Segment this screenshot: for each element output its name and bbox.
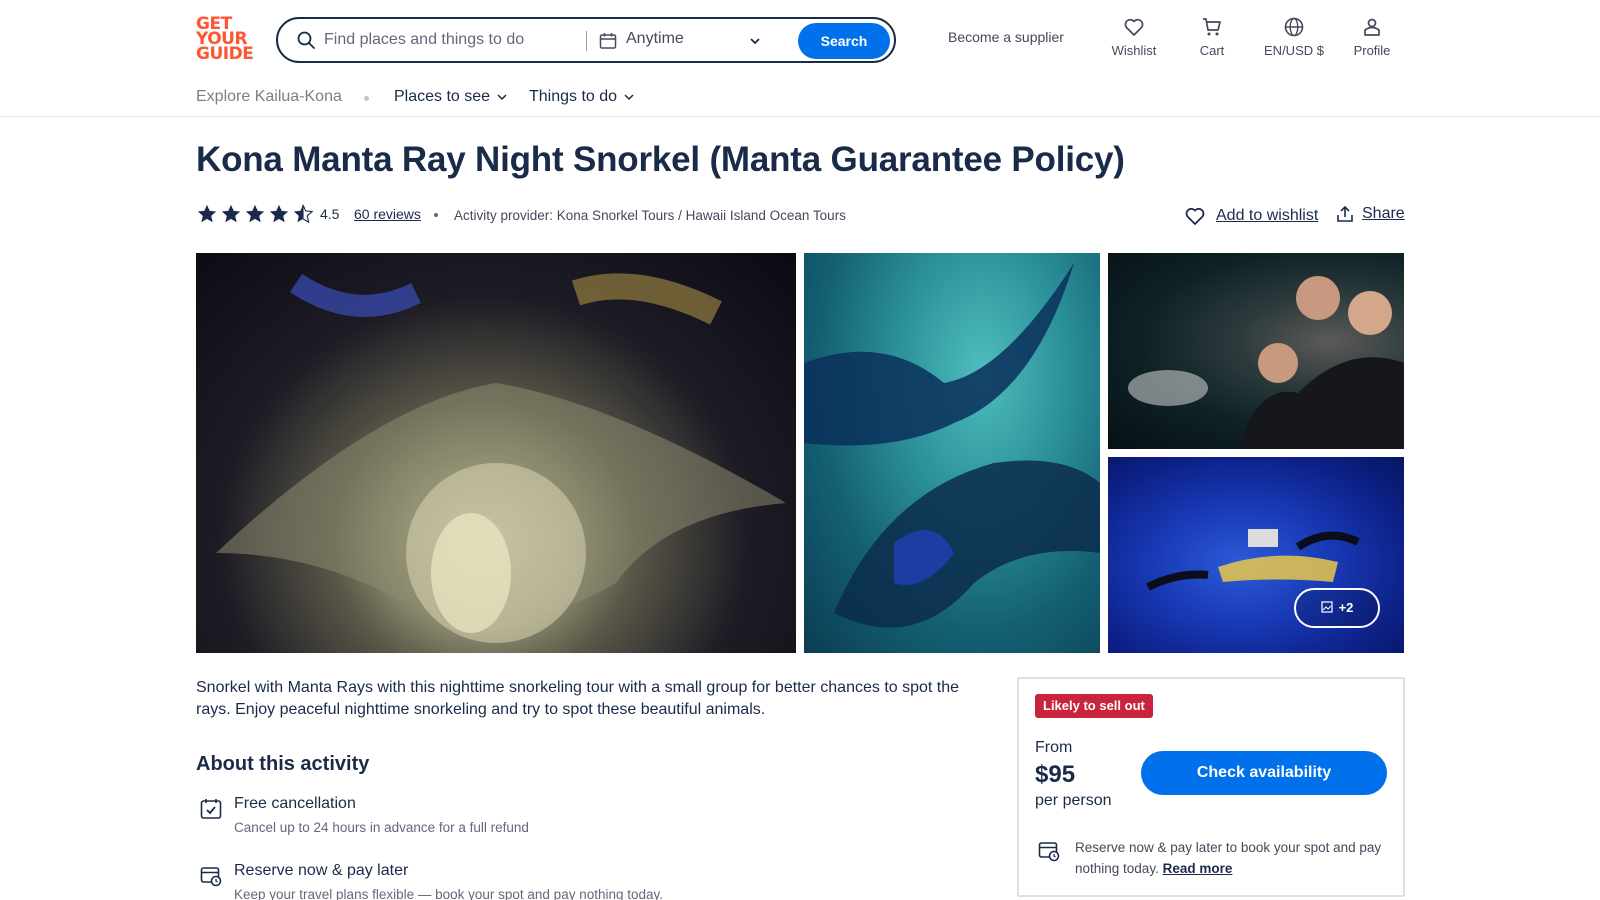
star-icon bbox=[269, 204, 289, 223]
feature-title: Free cancellation bbox=[234, 795, 356, 812]
heart-icon bbox=[1185, 207, 1205, 225]
calendar-icon bbox=[599, 33, 617, 49]
nav-language-currency[interactable]: EN/USD $ bbox=[1256, 15, 1332, 58]
share-label: Share bbox=[1362, 205, 1405, 223]
calendar-pay-icon bbox=[200, 867, 222, 887]
star-icon bbox=[221, 204, 241, 223]
manta-ray-underside-illustration bbox=[216, 273, 786, 643]
reviews-link[interactable]: 60 reviews bbox=[354, 206, 421, 222]
rating-value: 4.5 bbox=[320, 206, 340, 222]
rating-row: 4.5 60 reviews Activity provider: Kona S… bbox=[196, 203, 1406, 227]
snorkelers-on-boat-illustration bbox=[1128, 276, 1404, 449]
share-icon bbox=[1337, 205, 1353, 222]
gallery-photo-2[interactable] bbox=[804, 253, 1100, 653]
nav-language-label: EN/USD $ bbox=[1264, 43, 1324, 58]
nav-profile[interactable]: Profile bbox=[1350, 15, 1394, 58]
chevron-down-icon bbox=[497, 94, 507, 100]
activity-provider: Activity provider: Kona Snorkel Tours / … bbox=[454, 208, 846, 223]
more-photos-button[interactable]: +2 bbox=[1294, 588, 1380, 628]
price-per-label: per person bbox=[1035, 792, 1112, 809]
add-to-wishlist-label: Add to wishlist bbox=[1216, 207, 1319, 225]
about-activity-heading: About this activity bbox=[196, 753, 370, 775]
become-supplier-link[interactable]: Become a supplier bbox=[948, 29, 1064, 45]
header-divider bbox=[0, 116, 1600, 117]
share-button[interactable]: Share bbox=[1336, 205, 1405, 223]
calendar-check-icon bbox=[200, 799, 222, 819]
read-more-link[interactable]: Read more bbox=[1163, 861, 1233, 876]
price-value: $95 bbox=[1035, 761, 1076, 788]
cart-icon bbox=[1203, 18, 1221, 36]
gallery-photo-main[interactable] bbox=[196, 253, 796, 653]
activity-description: Snorkel with Manta Rays with this nightt… bbox=[196, 679, 960, 718]
feature-title: Reserve now & pay later bbox=[234, 862, 409, 879]
search-button[interactable]: Search bbox=[798, 23, 890, 59]
nav-cart[interactable]: Cart bbox=[1192, 15, 1232, 58]
globe-icon bbox=[1284, 17, 1304, 37]
date-picker-value[interactable]: Anytime bbox=[626, 30, 684, 48]
star-icon bbox=[245, 204, 265, 223]
things-to-do-menu[interactable]: Things to do bbox=[529, 88, 635, 106]
nav-wishlist[interactable]: Wishlist bbox=[1110, 15, 1158, 58]
profile-icon bbox=[1364, 18, 1380, 36]
reserve-pay-later-note: Reserve now & pay later to book your spo… bbox=[1075, 837, 1397, 879]
top-header: GET YOUR GUIDE Anytime Search Become a s… bbox=[0, 0, 1600, 78]
search-bar: Anytime Search bbox=[276, 17, 896, 63]
search-icon bbox=[297, 31, 315, 49]
nav-profile-label: Profile bbox=[1353, 43, 1391, 58]
explore-destination-link[interactable]: Explore Kailua-Kona bbox=[196, 88, 342, 106]
likely-to-sell-out-badge: Likely to sell out bbox=[1035, 694, 1153, 718]
feature-reserve-pay-later: Reserve now & pay later Keep your travel… bbox=[196, 862, 896, 900]
search-divider bbox=[586, 31, 587, 51]
subnav-separator bbox=[364, 96, 369, 101]
calendar-pay-icon bbox=[1038, 842, 1060, 862]
star-icon bbox=[197, 204, 217, 223]
add-to-wishlist-button[interactable]: Add to wishlist bbox=[1184, 205, 1318, 227]
places-to-see-menu[interactable]: Places to see bbox=[394, 88, 508, 106]
gallery-photo-3[interactable] bbox=[1108, 253, 1404, 449]
more-photos-label: +2 bbox=[1338, 600, 1354, 615]
booking-card: Likely to sell out From $95 per person C… bbox=[1017, 677, 1405, 897]
image-icon bbox=[1320, 601, 1333, 613]
nav-cart-label: Cart bbox=[1199, 43, 1225, 58]
logo-line-3: GUIDE bbox=[196, 44, 254, 64]
manta-ray-silhouettes-illustration bbox=[804, 263, 1100, 628]
nav-wishlist-label: Wishlist bbox=[1111, 43, 1157, 58]
things-to-do-label: Things to do bbox=[529, 88, 618, 105]
feature-free-cancellation: Free cancellation Cancel up to 24 hours … bbox=[196, 795, 896, 835]
check-availability-button[interactable]: Check availability bbox=[1141, 751, 1387, 795]
rating-separator bbox=[434, 213, 438, 217]
getyourguide-logo[interactable]: GET YOUR GUIDE bbox=[196, 16, 254, 64]
search-input[interactable] bbox=[324, 25, 574, 55]
feature-subtitle: Keep your travel plans flexible — book y… bbox=[234, 887, 664, 900]
half-star-icon bbox=[293, 204, 314, 224]
price-from-label: From bbox=[1035, 739, 1073, 756]
feature-subtitle: Cancel up to 24 hours in advance for a f… bbox=[234, 820, 529, 835]
activity-title: Kona Manta Ray Night Snorkel (Manta Guar… bbox=[196, 140, 1125, 179]
rating-stars bbox=[196, 203, 316, 225]
places-to-see-label: Places to see bbox=[394, 88, 491, 105]
heart-icon bbox=[1124, 18, 1144, 36]
chevron-down-icon[interactable] bbox=[748, 34, 762, 48]
chevron-down-icon bbox=[624, 94, 634, 100]
